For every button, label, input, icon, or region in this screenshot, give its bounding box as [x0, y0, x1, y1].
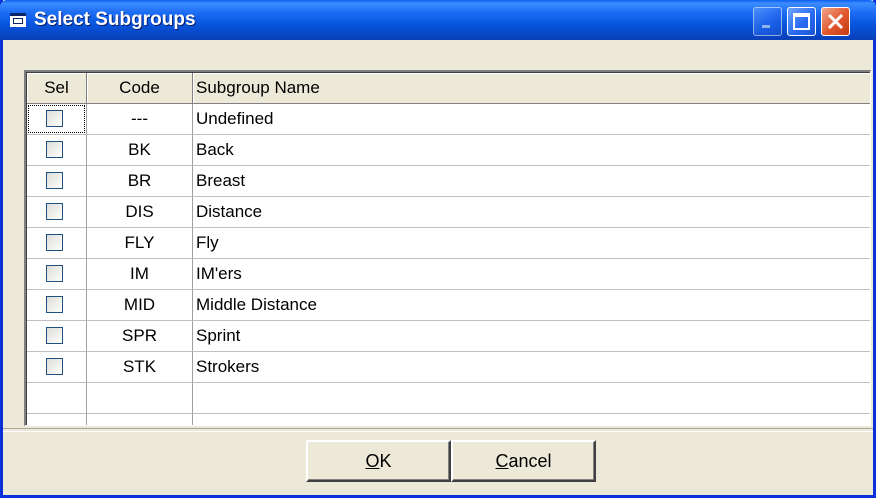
- code-cell[interactable]: IM: [87, 259, 193, 290]
- subgroup-name-cell[interactable]: Breast: [193, 166, 870, 197]
- empty-code-cell[interactable]: [87, 383, 193, 414]
- window-title: Select Subgroups: [34, 9, 196, 30]
- subgroup-name-cell[interactable]: Fly: [193, 228, 870, 259]
- column-header-sel[interactable]: Sel: [27, 73, 87, 104]
- empty-sel-cell[interactable]: [27, 383, 87, 414]
- table-row[interactable]: BR Breast: [27, 166, 870, 197]
- column-divider: [86, 414, 87, 425]
- code-cell[interactable]: BK: [87, 135, 193, 166]
- minimize-icon: [762, 25, 770, 28]
- subgroup-name-cell[interactable]: Strokers: [193, 352, 870, 383]
- select-checkbox[interactable]: [46, 141, 63, 158]
- ok-mnemonic: O: [365, 451, 380, 471]
- cancel-label-rest: ancel: [508, 451, 552, 471]
- table-row[interactable]: SPR Sprint: [27, 321, 870, 352]
- subgroups-grid[interactable]: Sel Code Subgroup Name --- Undefined BK Bac…: [24, 70, 871, 426]
- table-row[interactable]: MID Middle Distance: [27, 290, 870, 321]
- maximize-icon: [793, 13, 810, 30]
- maximize-button[interactable]: [787, 7, 816, 36]
- empty-name-cell[interactable]: [193, 383, 870, 414]
- table-row[interactable]: BK Back: [27, 135, 870, 166]
- title-bar[interactable]: Select Subgroups: [0, 0, 876, 40]
- table-row[interactable]: DIS Distance: [27, 197, 870, 228]
- minimize-button[interactable]: [753, 7, 782, 36]
- sel-cell[interactable]: [27, 135, 87, 166]
- code-cell[interactable]: MID: [87, 290, 193, 321]
- sel-cell[interactable]: [27, 321, 87, 352]
- focus-rectangle: [28, 105, 85, 133]
- ok-label-rest: K: [379, 451, 392, 471]
- select-checkbox[interactable]: [46, 327, 63, 344]
- column-divider: [192, 414, 193, 425]
- sel-cell[interactable]: [27, 290, 87, 321]
- cancel-button[interactable]: Cancel: [451, 440, 596, 482]
- column-header-subgroup-name[interactable]: Subgroup Name: [193, 73, 870, 104]
- subgroup-name-cell[interactable]: Distance: [193, 197, 870, 228]
- dialog-window: Select Subgroups Sel Code Subgroup Name …: [0, 0, 876, 498]
- table-row[interactable]: --- Undefined: [27, 104, 870, 135]
- sel-cell[interactable]: [27, 104, 87, 135]
- sel-cell[interactable]: [27, 166, 87, 197]
- select-checkbox[interactable]: [46, 265, 63, 282]
- separator: [3, 428, 873, 432]
- close-icon: [827, 13, 844, 30]
- column-header-code[interactable]: Code: [87, 73, 193, 104]
- subgroup-name-cell[interactable]: Undefined: [193, 104, 870, 135]
- select-checkbox[interactable]: [46, 234, 63, 251]
- cancel-mnemonic: C: [495, 451, 509, 471]
- code-cell[interactable]: FLY: [87, 228, 193, 259]
- select-checkbox[interactable]: [46, 172, 63, 189]
- table-row[interactable]: FLY Fly: [27, 228, 870, 259]
- select-checkbox[interactable]: [46, 296, 63, 313]
- code-cell[interactable]: SPR: [87, 321, 193, 352]
- close-button[interactable]: [821, 7, 850, 36]
- ok-button[interactable]: OK: [306, 440, 451, 482]
- subgroup-name-cell[interactable]: Sprint: [193, 321, 870, 352]
- empty-row[interactable]: [27, 383, 870, 414]
- sel-cell[interactable]: [27, 259, 87, 290]
- code-cell[interactable]: BR: [87, 166, 193, 197]
- sel-cell[interactable]: [27, 197, 87, 228]
- select-checkbox[interactable]: [46, 358, 63, 375]
- table-row[interactable]: IM IM'ers: [27, 259, 870, 290]
- select-checkbox[interactable]: [46, 203, 63, 220]
- sel-cell[interactable]: [27, 228, 87, 259]
- subgroup-name-cell[interactable]: IM'ers: [193, 259, 870, 290]
- sel-cell[interactable]: [27, 352, 87, 383]
- code-cell[interactable]: DIS: [87, 197, 193, 228]
- subgroup-name-cell[interactable]: Middle Distance: [193, 290, 870, 321]
- subgroup-name-cell[interactable]: Back: [193, 135, 870, 166]
- code-cell[interactable]: ---: [87, 104, 193, 135]
- table-row[interactable]: STK Strokers: [27, 352, 870, 383]
- code-cell[interactable]: STK: [87, 352, 193, 383]
- window-icon: [10, 13, 26, 27]
